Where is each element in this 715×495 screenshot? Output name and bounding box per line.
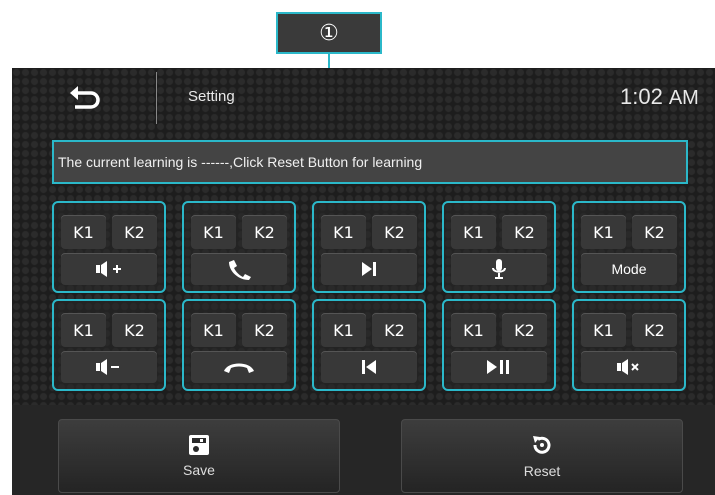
k1-button[interactable]: K1 [581,215,626,249]
key-card-next-track: K1 K2 [312,201,426,293]
mute-icon [617,359,639,375]
clock-ampm: AM [668,87,699,109]
clock: 1:02 AM [620,84,699,110]
save-button[interactable]: Save [58,419,340,493]
volume-up-button[interactable] [61,253,157,285]
k1-button[interactable]: K1 [321,215,366,249]
key-card-volume-down: K1 K2 [52,299,166,391]
header-bar: Setting 1:02 AM [12,68,715,128]
volume-down-button[interactable] [61,351,157,383]
k2-button[interactable]: K2 [502,313,547,347]
volume-down-icon [96,359,119,375]
k1-button[interactable]: K1 [191,215,236,249]
next-track-icon [362,262,376,276]
play-pause-button[interactable] [451,351,547,383]
k2-button[interactable]: K2 [372,215,417,249]
page-title: Setting [188,88,235,105]
key-card-phone-hangup: K1 K2 [182,299,296,391]
reset-button[interactable]: Reset [401,419,683,493]
k2-button[interactable]: K2 [632,313,677,347]
key-card-mode: K1 K2 Mode [572,201,686,293]
key-card-mute: K1 K2 [572,299,686,391]
callout-marker: ① [276,12,382,54]
k2-button[interactable]: K2 [502,215,547,249]
microphone-icon [492,259,506,279]
key-card-volume-up: K1 K2 [52,201,166,293]
k1-button[interactable]: K1 [451,215,496,249]
phone-answer-button[interactable] [191,253,287,285]
previous-track-button[interactable] [321,351,417,383]
k2-button[interactable]: K2 [242,313,287,347]
mute-button[interactable] [581,351,677,383]
learning-status-text: The current learning is ------,Click Res… [58,154,423,170]
key-card-phone-answer: K1 K2 [182,201,296,293]
phone-hangup-button[interactable] [191,351,287,383]
back-button[interactable] [62,82,106,112]
k2-button[interactable]: K2 [242,215,287,249]
voice-button[interactable] [451,253,547,285]
k2-button[interactable]: K2 [372,313,417,347]
k2-button[interactable]: K2 [112,313,157,347]
mode-button[interactable]: Mode [581,253,677,285]
k1-button[interactable]: K1 [321,313,366,347]
save-label: Save [183,462,215,478]
header-divider [156,72,157,124]
learning-status-bar: The current learning is ------,Click Res… [52,140,688,184]
head-unit-screen: Setting 1:02 AM The current learning is -… [12,68,715,495]
reset-icon [533,436,551,454]
k1-button[interactable]: K1 [191,313,236,347]
k2-button[interactable]: K2 [112,215,157,249]
k1-button[interactable]: K1 [451,313,496,347]
k2-button[interactable]: K2 [632,215,677,249]
volume-up-icon [96,261,121,277]
play-pause-icon [487,360,509,374]
back-arrow-icon [70,86,100,109]
clock-time: 1:02 [620,84,663,109]
phone-hangup-icon [224,363,254,373]
k1-button[interactable]: K1 [61,313,106,347]
key-card-play-pause: K1 K2 [442,299,556,391]
key-card-voice: K1 K2 [442,201,556,293]
save-icon [189,435,209,455]
bottom-bar: Save Reset [12,405,715,495]
phone-answer-icon [229,260,251,280]
next-track-button[interactable] [321,253,417,285]
k1-button[interactable]: K1 [61,215,106,249]
previous-track-icon [362,360,376,374]
key-card-previous-track: K1 K2 [312,299,426,391]
k1-button[interactable]: K1 [581,313,626,347]
reset-label: Reset [523,463,561,479]
